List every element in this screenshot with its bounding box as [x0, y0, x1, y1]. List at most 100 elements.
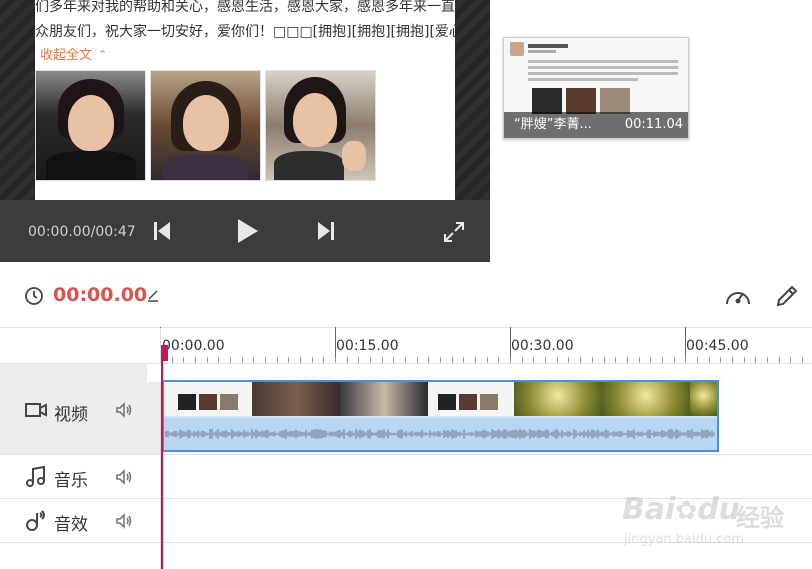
music-note-icon	[24, 465, 48, 489]
preview-frame: 们多年来对我的帮助和关心，感恩生活，感恩大家，感恩多年来一直 众朋友们，祝大家一…	[35, 0, 455, 200]
ruler-tick-label: 00:30.00	[511, 338, 574, 354]
waveform-graphic	[165, 429, 715, 439]
clip-frame	[690, 382, 717, 416]
post-text-line: 众朋友们，祝大家一切安好，爱你们！□□□[拥抱][拥抱][拥抱][爱心][	[35, 24, 455, 40]
ruler-minor-tick	[521, 357, 523, 363]
speaker-icon[interactable]	[114, 467, 134, 487]
ruler-minor-tick	[253, 357, 255, 363]
ruler-minor-tick	[440, 357, 442, 363]
speedometer-icon[interactable]	[724, 284, 752, 308]
track-name: 视频	[54, 405, 88, 425]
ruler-minor-tick	[545, 357, 547, 363]
ruler-minor-tick	[708, 357, 710, 363]
ruler-minor-tick	[580, 357, 582, 363]
ruler-minor-tick	[731, 357, 733, 363]
clip-frame	[164, 382, 252, 416]
skip-forward-icon[interactable]	[316, 220, 336, 242]
pencil-small-icon[interactable]	[146, 287, 160, 302]
ruler-minor-tick	[661, 357, 663, 363]
pencil-icon[interactable]	[774, 283, 800, 309]
ruler-minor-tick	[510, 357, 512, 363]
video-player: 们多年来对我的帮助和关心，感恩生活，感恩大家，感恩多年来一直 众朋友们，祝大家一…	[0, 0, 490, 262]
clip-frame	[514, 382, 602, 416]
ruler-minor-tick	[755, 357, 757, 363]
ruler-minor-tick	[801, 357, 803, 363]
ruler-minor-tick	[603, 357, 605, 363]
paw-icon: ✿	[675, 496, 698, 526]
video-clip[interactable]	[162, 380, 719, 452]
baidu-jingyan-watermark: Bai✿du 经验 jingyan.baidu.com	[620, 482, 810, 552]
watermark-brand: Bai✿du	[622, 492, 741, 527]
ruler-minor-tick	[218, 357, 220, 363]
post-photo	[150, 70, 261, 181]
audio-waveform	[164, 418, 717, 450]
chevron-up-icon: ⌃	[98, 48, 108, 61]
ruler-minor-tick	[288, 357, 290, 363]
post-text-line: 们多年来对我的帮助和关心，感恩生活，感恩大家，感恩多年来一直	[35, 0, 455, 15]
thumbnail-caption: “胖嫂”李菁... 00:11.04	[504, 112, 688, 138]
timeline-toolbar: 00:00.00	[0, 262, 812, 328]
player-controls: 00:00.00/00:47	[0, 200, 490, 262]
ruler-minor-tick	[300, 357, 301, 363]
timeline-ruler[interactable]: 00:00.00 00:15.00 00:30.00 00:45.00	[160, 327, 812, 364]
track-name: 音乐	[54, 471, 88, 491]
ruler-minor-tick	[486, 357, 488, 363]
ruler-minor-tick	[626, 357, 628, 363]
clip-frame	[340, 382, 428, 416]
ruler-minor-tick	[778, 357, 780, 363]
ruler-minor-tick	[568, 357, 570, 363]
ruler-minor-tick	[696, 357, 698, 363]
ruler-minor-tick	[276, 357, 278, 363]
speaker-icon[interactable]	[114, 511, 134, 531]
ruler-minor-tick	[766, 357, 768, 363]
playback-time: 00:00.00/00:47	[28, 224, 136, 240]
playhead[interactable]	[161, 345, 163, 569]
play-icon[interactable]	[233, 217, 261, 245]
video-editor: 们多年来对我的帮助和关心，感恩生活，感恩大家，感恩多年来一直 众朋友们，祝大家一…	[0, 0, 812, 569]
post-photo	[35, 70, 146, 181]
ruler-minor-tick	[556, 357, 558, 363]
watermark-url: jingyan.baidu.com	[624, 532, 744, 547]
ruler-minor-tick	[265, 357, 266, 363]
ruler-minor-tick	[183, 357, 185, 363]
track-header-music: 音乐	[0, 455, 160, 499]
ruler-minor-tick	[393, 357, 395, 363]
ruler-minor-tick	[498, 357, 500, 363]
ruler-minor-tick	[206, 357, 208, 363]
ruler-minor-tick	[673, 357, 675, 363]
speaker-icon[interactable]	[114, 400, 134, 420]
ruler-minor-tick	[416, 357, 418, 363]
clock-icon	[24, 286, 44, 306]
skip-back-icon[interactable]	[152, 220, 172, 242]
media-thumbnail[interactable]: “胖嫂”李菁... 00:11.04	[503, 37, 689, 139]
playhead-handle[interactable]	[161, 345, 168, 361]
ruler-minor-tick	[358, 357, 360, 363]
ruler-minor-tick	[533, 357, 535, 363]
collapse-label: 收起全文	[40, 48, 93, 63]
thumb-tab	[690, 31, 708, 56]
watermark-cn: 经验	[736, 504, 784, 532]
ruler-minor-tick	[405, 357, 407, 363]
ruler-tick-label: 00:15.00	[336, 338, 399, 354]
ruler-minor-tick	[323, 357, 325, 363]
track-header-video: 视频	[0, 364, 160, 455]
ruler-minor-tick	[463, 357, 465, 363]
ruler-minor-tick	[638, 357, 640, 363]
ruler-minor-tick	[451, 357, 453, 363]
ruler-minor-tick	[685, 357, 687, 363]
sound-effect-icon	[24, 509, 48, 533]
ruler-tick-label: 00:45.00	[686, 338, 749, 354]
ruler-minor-tick	[591, 357, 593, 363]
current-time: 00:00.00	[53, 284, 148, 306]
fullscreen-icon[interactable]	[442, 220, 466, 244]
ruler-minor-tick	[743, 357, 745, 363]
video-camera-icon	[24, 398, 48, 422]
track-name: 音效	[54, 515, 88, 535]
collapse-full-text-link: 收起全文 ⌃	[40, 44, 107, 63]
ruler-minor-tick	[650, 357, 652, 363]
ruler-minor-tick	[171, 357, 173, 363]
ruler-tick-label: 00:00.00	[162, 338, 225, 354]
ruler-minor-tick	[475, 357, 477, 363]
ruler-minor-tick	[195, 357, 196, 363]
ruler-minor-tick	[335, 357, 337, 363]
